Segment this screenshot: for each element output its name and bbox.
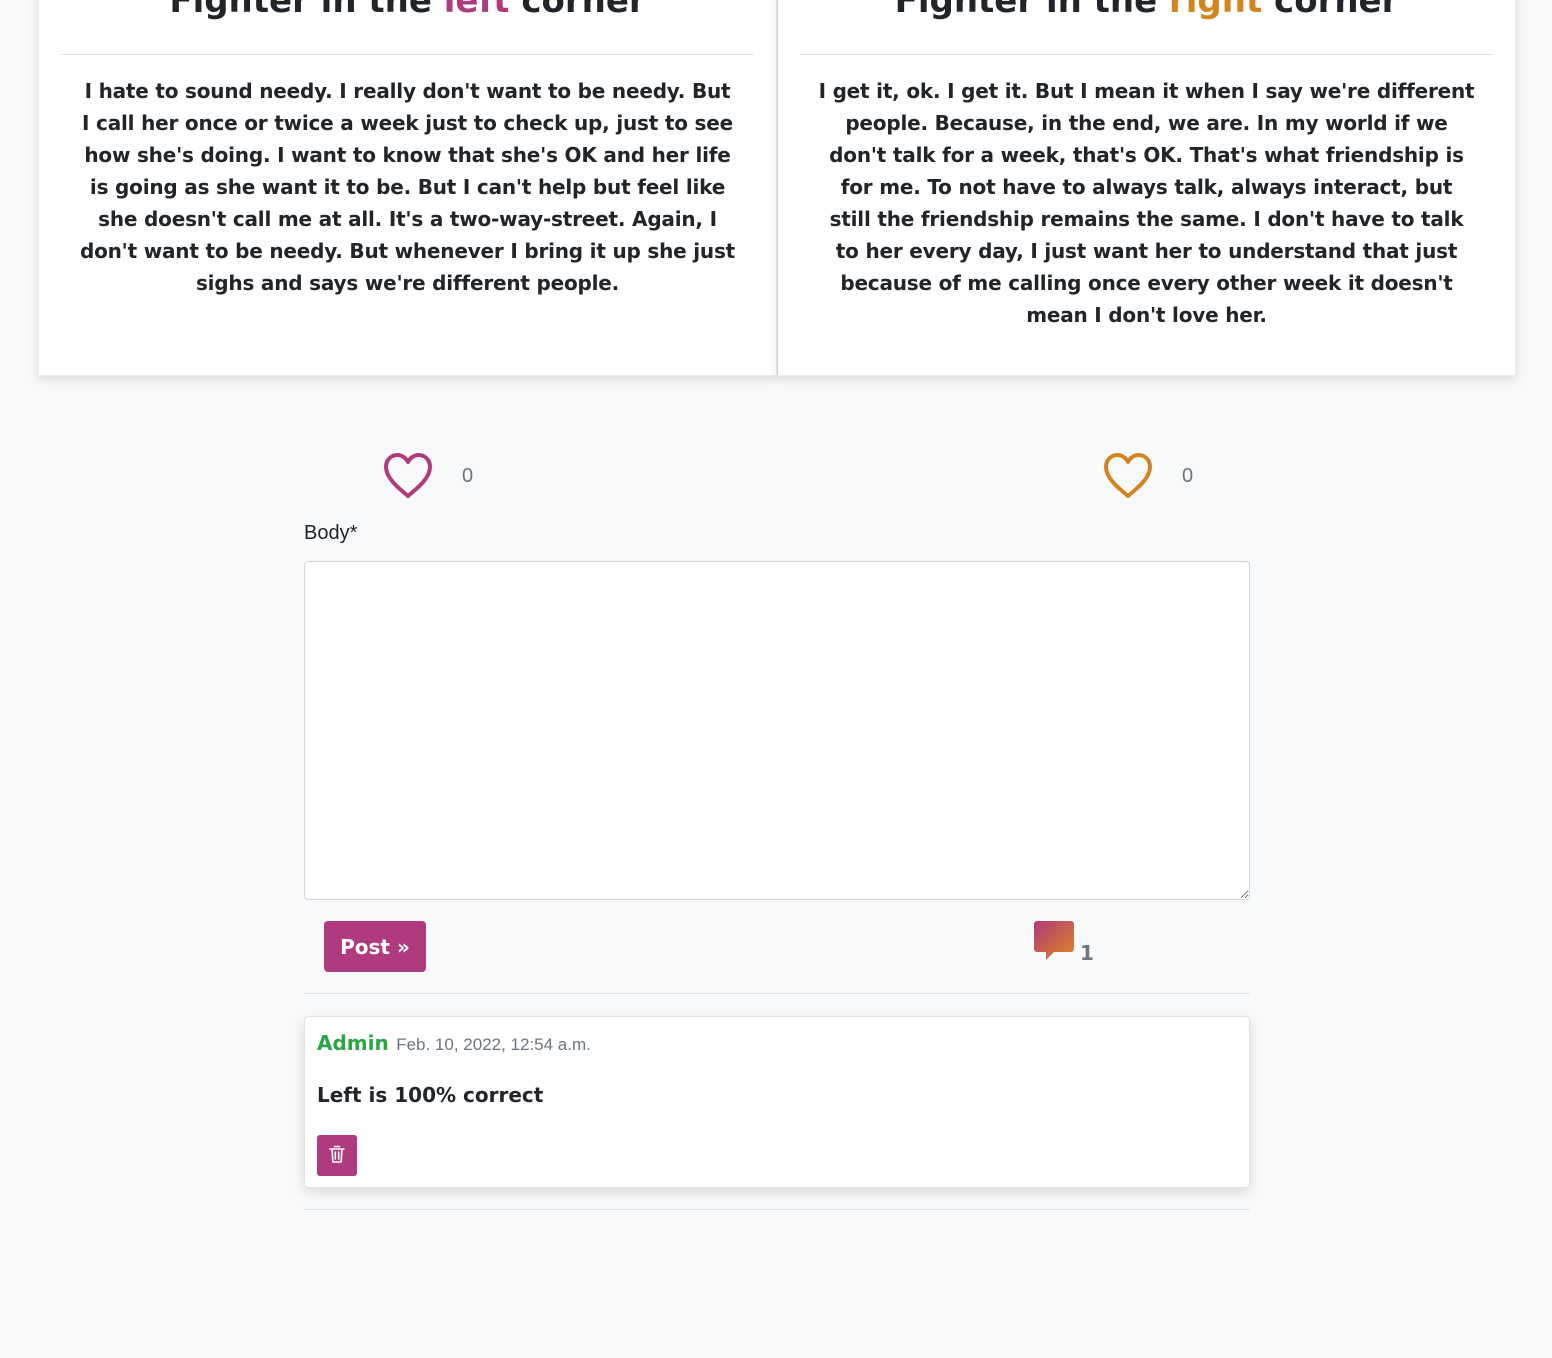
- right-title-suffix: corner: [1262, 0, 1399, 21]
- right-heart-icon[interactable]: [1102, 452, 1154, 500]
- left-title-prefix: Fighter in the: [169, 0, 444, 21]
- comment-date: Feb. 10, 2022, 12:54 a.m.: [396, 1035, 591, 1054]
- comment-card: Admin Feb. 10, 2022, 12:54 a.m. Left is …: [304, 1016, 1250, 1188]
- right-card-divider: [800, 54, 1493, 55]
- left-title-suffix: corner: [509, 0, 646, 21]
- left-card-divider: [61, 54, 754, 55]
- right-fighter-card: Fighter in the right corner I get it, ok…: [777, 0, 1516, 376]
- comments-divider-top: [304, 993, 1250, 994]
- left-vote-count: 0: [462, 464, 474, 487]
- left-heart-icon[interactable]: [382, 452, 434, 500]
- fighter-cards: Fighter in the left corner I hate to sou…: [38, 0, 1516, 376]
- body-label: Body*: [304, 522, 358, 544]
- comments-divider-bottom: [304, 1209, 1250, 1210]
- right-title-prefix: Fighter in the: [894, 0, 1169, 21]
- right-title-accent: right: [1169, 0, 1263, 21]
- comment-body: Left is 100% correct: [317, 1083, 544, 1107]
- left-title-accent: left: [443, 0, 510, 21]
- trash-icon: [329, 1145, 345, 1166]
- right-vote-count: 0: [1182, 464, 1194, 487]
- right-card-title: Fighter in the right corner: [778, 0, 1515, 23]
- comment-count-number: 1: [1080, 941, 1094, 965]
- left-fighter-card: Fighter in the left corner I hate to sou…: [38, 0, 777, 376]
- left-card-body: I hate to sound needy. I really don't wa…: [79, 79, 736, 295]
- body-textarea[interactable]: [304, 561, 1250, 900]
- right-card-body: I get it, ok. I get it. But I mean it wh…: [818, 79, 1475, 327]
- speech-bubble-icon: [1033, 920, 1075, 967]
- post-button[interactable]: Post »: [324, 921, 426, 972]
- comment-count: 1: [1033, 920, 1094, 967]
- delete-comment-button[interactable]: [317, 1135, 357, 1176]
- left-card-title: Fighter in the left corner: [39, 0, 776, 23]
- comment-meta: Admin Feb. 10, 2022, 12:54 a.m.: [317, 1031, 591, 1055]
- right-vote: 0: [1102, 452, 1193, 500]
- left-vote: 0: [382, 452, 473, 500]
- comment-author[interactable]: Admin: [317, 1031, 389, 1055]
